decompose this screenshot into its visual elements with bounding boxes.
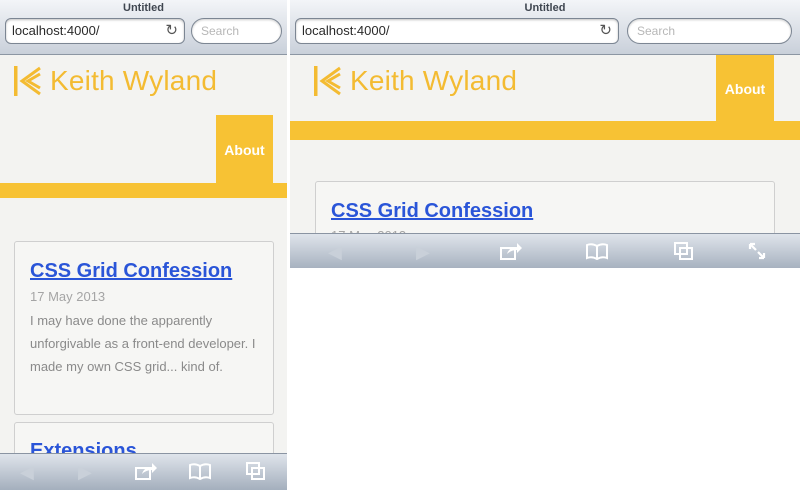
post-excerpt: I may have done the apparently unforgiva… <box>30 313 256 374</box>
nav-about-label: About <box>724 81 766 97</box>
back-arrow-icon[interactable]: ◀ <box>20 462 34 482</box>
search-placeholder: Search <box>201 24 240 38</box>
search-input[interactable]: Search <box>627 18 792 44</box>
logo-icon <box>314 66 341 96</box>
bookmarks-icon[interactable] <box>189 462 211 480</box>
post-title-link[interactable]: Extensions <box>30 440 137 453</box>
bookmarks-icon[interactable] <box>586 242 608 260</box>
page-title: Untitled <box>524 2 566 14</box>
browser-toolbar: ◀ ▶ <box>290 233 800 268</box>
site-name: Keith Wyland <box>350 65 518 96</box>
post-card: CSS Grid Confession 17 May 2013 I may ha… <box>14 241 274 415</box>
url-text: localhost:4000/ <box>12 23 100 38</box>
nav-about-label: About <box>224 142 265 158</box>
post-date: 17 May 2013 <box>30 289 106 304</box>
search-input[interactable]: Search <box>191 18 282 44</box>
reload-icon[interactable]: ↻ <box>599 19 612 43</box>
reload-icon[interactable]: ↻ <box>165 19 178 43</box>
post-card: CSS Grid Confession 17 May 2013 <box>315 181 775 233</box>
browser-chrome: Untitled localhost:4000/ ↻ Search <box>0 0 287 55</box>
site-logo[interactable]: Keith Wyland <box>14 65 217 97</box>
url-text: localhost:4000/ <box>302 23 390 38</box>
url-field[interactable]: localhost:4000/ ↻ <box>295 18 619 44</box>
header-bar <box>0 183 287 198</box>
nav-about[interactable]: About <box>216 115 273 185</box>
browser-chrome: Untitled localhost:4000/ ↻ Search <box>290 0 800 55</box>
portrait-screenshot: Untitled localhost:4000/ ↻ Search Keith … <box>0 0 287 490</box>
forward-arrow-icon[interactable]: ▶ <box>416 242 430 262</box>
nav-about[interactable]: About <box>716 55 774 123</box>
back-arrow-icon[interactable]: ◀ <box>328 242 342 262</box>
header-bar <box>290 121 800 140</box>
post-card: Extensions <box>14 422 274 453</box>
landscape-screenshot: Untitled localhost:4000/ ↻ Search Keith … <box>290 0 800 268</box>
post-title-link[interactable]: CSS Grid Confession <box>30 260 232 283</box>
browser-toolbar: ◀ ▶ <box>0 453 287 490</box>
share-icon[interactable] <box>500 242 522 260</box>
fullscreen-icon[interactable] <box>748 242 766 260</box>
page-title: Untitled <box>123 2 164 14</box>
logo-icon <box>14 66 41 96</box>
search-placeholder: Search <box>637 24 676 38</box>
url-field[interactable]: localhost:4000/ ↻ <box>5 18 185 44</box>
post-title-link[interactable]: CSS Grid Confession <box>331 200 533 223</box>
web-page: Keith Wyland About CSS Grid Confession 1… <box>0 55 287 453</box>
forward-arrow-icon[interactable]: ▶ <box>78 462 92 482</box>
web-page: Keith Wyland About CSS Grid Confession 1… <box>290 55 800 233</box>
share-icon[interactable] <box>135 462 157 480</box>
site-logo[interactable]: Keith Wyland <box>314 65 517 97</box>
site-name: Keith Wyland <box>50 65 218 96</box>
tabs-icon[interactable] <box>674 242 694 260</box>
tabs-icon[interactable] <box>246 462 266 480</box>
